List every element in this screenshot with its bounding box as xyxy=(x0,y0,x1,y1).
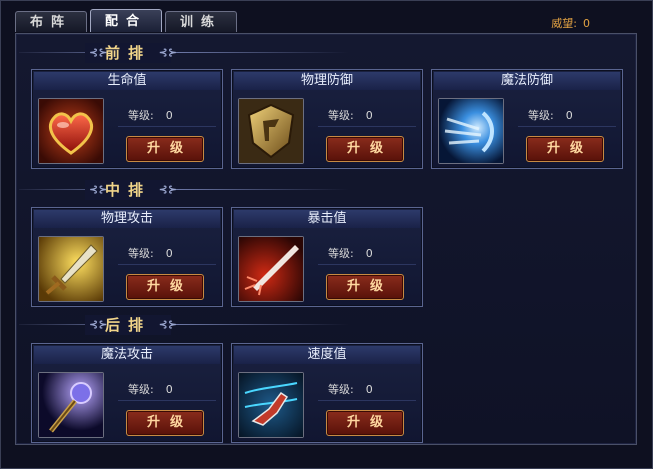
tab-formation[interactable]: 布阵 xyxy=(15,11,87,32)
upgrade-speed-button[interactable]: 升级 xyxy=(326,410,404,436)
level-display: 等级: 0 xyxy=(128,381,173,397)
section-middle-label: 中排 xyxy=(105,181,152,199)
card-title: 魔法防御 xyxy=(434,72,620,90)
level-value: 0 xyxy=(365,383,373,396)
speed-boot-icon xyxy=(238,372,304,438)
level-value: 0 xyxy=(365,247,373,260)
divider xyxy=(118,264,216,265)
level-display: 等级: 0 xyxy=(128,107,173,123)
section-front-title: ⊰⊱ 前排 ⊰⊱ xyxy=(85,43,177,63)
divider xyxy=(518,126,616,127)
prestige-value: 0 xyxy=(583,17,590,30)
tab-coordination[interactable]: 配合 xyxy=(90,9,162,32)
divider xyxy=(19,189,349,190)
staff-icon xyxy=(38,372,104,438)
section-middle-header: ⊰⊱ 中排 ⊰⊱ xyxy=(19,180,639,200)
level-value: 0 xyxy=(365,109,373,122)
card-physical-defense: 物理防御 等级: 0 升级 xyxy=(231,69,423,169)
upgrade-magic-defense-button[interactable]: 升级 xyxy=(526,136,604,162)
level-display: 等级: 0 xyxy=(128,245,173,261)
level-label: 等级: xyxy=(128,383,154,396)
card-title: 物理攻击 xyxy=(34,210,220,228)
level-value: 0 xyxy=(565,109,573,122)
section-middle-title: ⊰⊱ 中排 ⊰⊱ xyxy=(85,180,177,200)
ornament-left-icon: ⊰⊱ xyxy=(89,318,108,331)
card-title: 暴击值 xyxy=(234,210,420,228)
card-physical-attack: 物理攻击 等级: 0 升级 xyxy=(31,207,223,307)
level-value: 0 xyxy=(165,109,173,122)
card-speed: 速度值 等级: 0 升级 xyxy=(231,343,423,443)
ornament-left-icon: ⊰⊱ xyxy=(89,183,108,196)
card-magic-attack: 魔法攻击 等级: 0 升级 xyxy=(31,343,223,443)
level-display: 等级: 0 xyxy=(328,245,373,261)
ornament-right-icon: ⊰⊱ xyxy=(158,183,178,196)
section-back-header: ⊰⊱ 后排 ⊰⊱ xyxy=(19,315,639,335)
divider xyxy=(118,126,216,127)
level-label: 等级: xyxy=(528,109,554,122)
level-label: 等级: xyxy=(328,247,354,260)
card-title: 物理防御 xyxy=(234,72,420,90)
level-display: 等级: 0 xyxy=(328,107,373,123)
ornament-right-icon: ⊰⊱ xyxy=(158,318,178,331)
divider xyxy=(318,126,416,127)
card-critical: 暴击值 等级: 0 升级 xyxy=(231,207,423,307)
card-title: 生命值 xyxy=(34,72,220,90)
blade-icon xyxy=(238,236,304,302)
upgrade-critical-button[interactable]: 升级 xyxy=(326,274,404,300)
level-display: 等级: 0 xyxy=(328,381,373,397)
upgrade-physical-defense-button[interactable]: 升级 xyxy=(326,136,404,162)
divider xyxy=(318,264,416,265)
ornament-right-icon: ⊰⊱ xyxy=(158,46,178,59)
level-label: 等级: xyxy=(328,383,354,396)
magic-shield-icon xyxy=(438,98,504,164)
card-title: 魔法攻击 xyxy=(34,346,220,364)
upgrade-magic-attack-button[interactable]: 升级 xyxy=(126,410,204,436)
divider xyxy=(118,400,216,401)
level-display: 等级: 0 xyxy=(528,107,573,123)
section-front-label: 前排 xyxy=(105,44,152,62)
card-hp: 生命值 等级: 0 升级 xyxy=(31,69,223,169)
section-back-title: ⊰⊱ 后排 ⊰⊱ xyxy=(85,315,177,335)
section-front-header: ⊰⊱ 前排 ⊰⊱ xyxy=(19,43,639,63)
upgrade-physical-attack-button[interactable]: 升级 xyxy=(126,274,204,300)
tab-training[interactable]: 训练 xyxy=(165,11,237,32)
prestige-label: 威望: xyxy=(551,17,577,30)
card-magic-defense: 魔法防御 等级: 0 升级 xyxy=(431,69,623,169)
window-frame: 布阵 配合 训练 威望: 0 ⊰⊱ 前排 ⊰⊱ 生命值 等级: 0 升级 物理防… xyxy=(0,0,653,469)
shield-icon xyxy=(238,98,304,164)
divider xyxy=(318,400,416,401)
level-label: 等级: xyxy=(128,109,154,122)
upgrade-hp-button[interactable]: 升级 xyxy=(126,136,204,162)
divider xyxy=(19,52,349,53)
level-label: 等级: xyxy=(128,247,154,260)
divider xyxy=(19,324,349,325)
ornament-left-icon: ⊰⊱ xyxy=(89,46,108,59)
level-value: 0 xyxy=(165,383,173,396)
level-label: 等级: xyxy=(328,109,354,122)
level-value: 0 xyxy=(165,247,173,260)
sword-icon xyxy=(38,236,104,302)
heart-icon xyxy=(38,98,104,164)
prestige-display: 威望: 0 xyxy=(551,15,590,31)
section-back-label: 后排 xyxy=(105,316,152,334)
card-title: 速度值 xyxy=(234,346,420,364)
tab-bar: 布阵 配合 训练 xyxy=(15,9,237,33)
